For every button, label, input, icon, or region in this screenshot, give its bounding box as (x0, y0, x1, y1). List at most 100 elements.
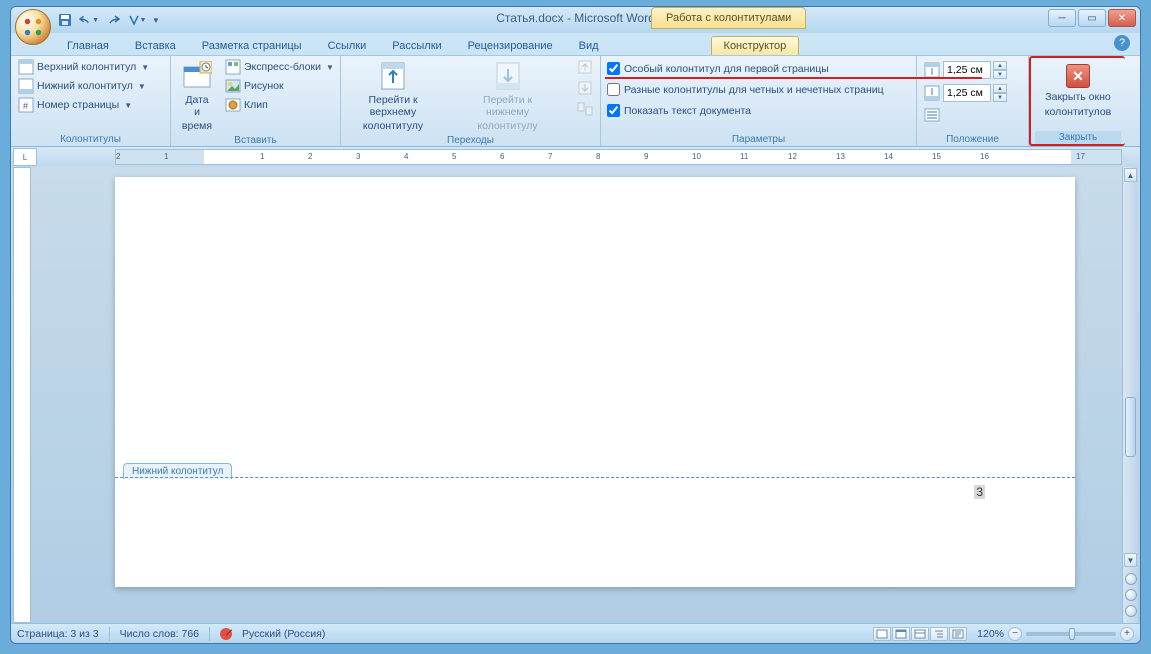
next-page-button[interactable] (1125, 605, 1137, 617)
datetime-button[interactable]: Дата и время (175, 58, 219, 134)
bottom-header-button[interactable]: Нижний колонтитул▼ (15, 77, 166, 95)
scroll-up-button[interactable]: ▲ (1124, 168, 1137, 182)
scroll-down-button[interactable]: ▼ (1124, 553, 1137, 567)
first-page-checkbox[interactable]: Особый колонтитул для первой страницы (605, 60, 912, 77)
svg-text:#: # (23, 101, 28, 111)
undo-button[interactable]: ▼ (79, 11, 99, 29)
view-draft-button[interactable] (949, 627, 967, 641)
group-label: Колонтитулы (15, 133, 166, 146)
odd-even-checkbox[interactable]: Разные колонтитулы для четных и нечетных… (605, 81, 912, 98)
header-icon (18, 59, 34, 75)
quick-access-toolbar: ▼ ▼ ▼ (55, 10, 161, 30)
page-status[interactable]: Страница: 3 из 3 (17, 628, 99, 640)
qat-customize-button[interactable]: ▼ (151, 11, 161, 29)
ribbon: Верхний колонтитул▼ Нижний колонтитул▼ #… (11, 55, 1140, 147)
view-print-layout-button[interactable] (873, 627, 891, 641)
close-header-footer-button[interactable]: ✕ Закрыть окно колонтитулов (1037, 60, 1120, 122)
link-icon (577, 101, 593, 117)
group-label: Закрыть (1035, 131, 1121, 144)
horizontal-ruler[interactable]: 211234567891011121314151617 (115, 149, 1122, 165)
chevron-down-icon: ▼ (326, 63, 334, 72)
footer-boundary-line (115, 477, 1075, 478)
save-button[interactable] (55, 11, 75, 29)
goto-header-icon (377, 60, 409, 92)
ruler-corner-button[interactable]: L (13, 148, 37, 166)
ruler-area: L 211234567891011121314151617 (11, 147, 1140, 167)
statusbar: Страница: 3 из 3 Число слов: 766 Русский… (11, 623, 1140, 643)
view-web-button[interactable] (911, 627, 929, 641)
clip-button[interactable]: Клип (222, 96, 337, 114)
checkbox-input[interactable] (607, 104, 620, 117)
goto-bottom-header-button: Перейти к нижнему колонтитулу (461, 58, 554, 134)
tab-designer[interactable]: Конструктор (711, 36, 800, 55)
browse-object-button[interactable] (1125, 589, 1137, 601)
page-number-button[interactable]: #Номер страницы▼ (15, 96, 166, 114)
group-insert: Дата и время Экспресс-блоки▼ Рисунок Кли… (171, 56, 341, 146)
footer-distance-input[interactable] (943, 84, 991, 102)
chevron-down-icon: ▼ (138, 82, 146, 91)
window-title: Статья.docx - Microsoft Word (496, 11, 655, 25)
tab-view[interactable]: Вид (567, 37, 611, 55)
picture-button[interactable]: Рисунок (222, 77, 337, 95)
header-distance-icon (923, 62, 941, 78)
group-options: Особый колонтитул для первой страницы Ра… (601, 56, 917, 146)
group-header-footer: Верхний колонтитул▼ Нижний колонтитул▼ #… (11, 56, 171, 146)
zoom-out-button[interactable]: − (1008, 627, 1022, 641)
group-label: Параметры (605, 133, 912, 146)
nav-next-button (574, 79, 596, 97)
nav-link-button (574, 100, 596, 118)
chevron-down-icon: ▼ (141, 63, 149, 72)
view-outline-button[interactable] (930, 627, 948, 641)
top-header-button[interactable]: Верхний колонтитул▼ (15, 58, 166, 76)
spin-down-button[interactable]: ▼ (993, 93, 1007, 102)
tab-mailings[interactable]: Рассылки (380, 37, 453, 55)
checkbox-input[interactable] (607, 62, 620, 75)
prev-page-button[interactable] (1125, 573, 1137, 585)
show-document-checkbox[interactable]: Показать текст документа (605, 102, 912, 119)
language-status[interactable]: Русский (Россия) (242, 628, 325, 640)
insert-align-tab-button[interactable] (921, 106, 1009, 124)
tab-references[interactable]: Ссылки (316, 37, 379, 55)
zoom-level[interactable]: 120% (977, 628, 1004, 640)
office-button[interactable] (15, 9, 51, 45)
document-page[interactable]: Нижний колонтитул 3 (115, 177, 1075, 587)
group-position: ▲▼ ▲▼ Положение (917, 56, 1029, 146)
redo-button[interactable] (103, 11, 123, 29)
calendar-icon (181, 60, 213, 92)
building-blocks-icon (225, 59, 241, 75)
group-label: Положение (921, 133, 1024, 146)
goto-top-header-button[interactable]: Перейти к верхнему колонтитулу (345, 58, 441, 134)
group-label: Вставить (175, 134, 336, 147)
zoom-in-button[interactable]: + (1120, 627, 1134, 641)
express-blocks-button[interactable]: Экспресс-блоки▼ (222, 58, 337, 76)
view-full-screen-button[interactable] (892, 627, 910, 641)
qat-extra-button[interactable]: ▼ (127, 11, 147, 29)
tab-review[interactable]: Рецензирование (456, 37, 565, 55)
help-icon[interactable]: ? (1114, 35, 1130, 51)
vertical-ruler[interactable] (13, 167, 31, 623)
spin-down-button[interactable]: ▼ (993, 70, 1007, 79)
checkbox-input[interactable] (607, 83, 620, 96)
view-buttons (873, 627, 967, 641)
contextual-tab-title: Работа с колонтитулами (651, 7, 806, 29)
group-close: ✕ Закрыть окно колонтитулов Закрыть (1029, 56, 1125, 146)
spin-up-button[interactable]: ▲ (993, 84, 1007, 93)
spin-up-button[interactable]: ▲ (993, 61, 1007, 70)
tab-insert[interactable]: Вставка (123, 37, 188, 55)
minimize-button[interactable]: ─ (1048, 9, 1076, 27)
ribbon-tabs: Главная Вставка Разметка страницы Ссылки… (11, 33, 1140, 55)
zoom-slider[interactable] (1026, 632, 1116, 636)
close-window-button[interactable]: ✕ (1108, 9, 1136, 27)
zoom-slider-thumb[interactable] (1069, 628, 1075, 640)
maximize-button[interactable]: ▭ (1078, 9, 1106, 27)
word-count[interactable]: Число слов: 766 (120, 628, 199, 640)
vertical-scrollbar[interactable]: ▲ ▼ (1122, 167, 1138, 623)
scrollbar-thumb[interactable] (1125, 397, 1136, 457)
page-number-text[interactable]: 3 (974, 485, 985, 499)
tab-page-layout[interactable]: Разметка страницы (190, 37, 314, 55)
tab-home[interactable]: Главная (55, 37, 121, 55)
picture-icon (225, 78, 241, 94)
proofing-icon[interactable] (220, 628, 232, 640)
goto-footer-icon (492, 60, 524, 92)
footer-distance-spinner[interactable]: ▲▼ (921, 83, 1009, 103)
